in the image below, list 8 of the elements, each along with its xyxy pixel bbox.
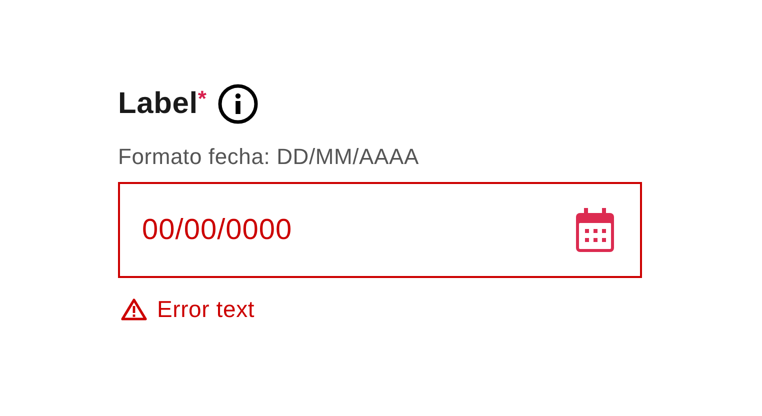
date-field[interactable]: 00/00/0000 — [118, 182, 642, 278]
format-hint: Formato fecha: DD/MM/AAAA — [118, 144, 419, 170]
calendar-icon[interactable] — [576, 208, 614, 252]
warning-icon — [121, 298, 147, 321]
field-label: Label — [118, 87, 198, 121]
info-icon[interactable] — [218, 84, 258, 124]
required-mark: * — [198, 86, 206, 112]
error-message: Error text — [157, 296, 255, 323]
